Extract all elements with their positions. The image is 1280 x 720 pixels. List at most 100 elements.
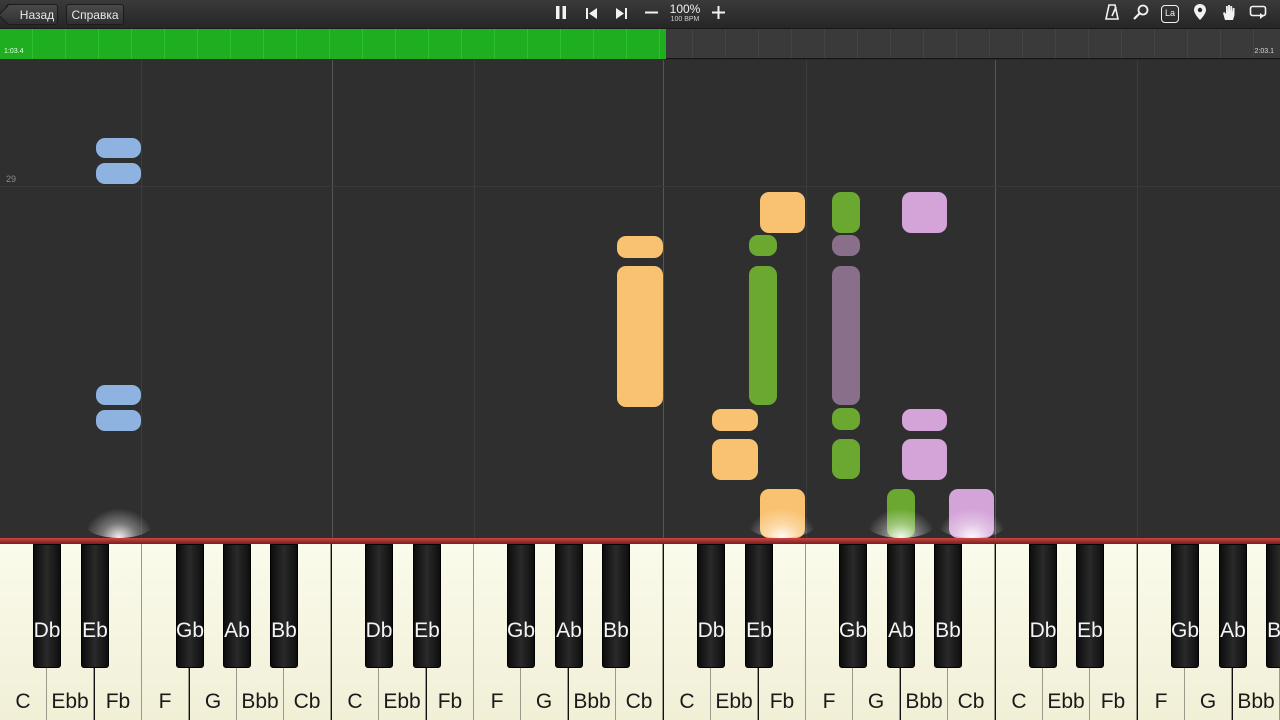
black-key[interactable]: Ab bbox=[887, 544, 915, 668]
total-time: 2:03.1 bbox=[1254, 48, 1274, 55]
key-label: F bbox=[490, 690, 504, 713]
grid-line bbox=[1137, 60, 1138, 538]
black-key[interactable]: Bb bbox=[602, 544, 630, 668]
black-key[interactable]: Eb bbox=[745, 544, 773, 668]
black-key[interactable]: Ab bbox=[555, 544, 583, 668]
progress-fill bbox=[0, 29, 666, 59]
note-bar bbox=[617, 266, 663, 407]
note-bar bbox=[902, 409, 947, 431]
key-label: Cb bbox=[625, 690, 653, 713]
black-key[interactable]: Bb bbox=[1266, 544, 1280, 668]
plus-icon[interactable] bbox=[707, 4, 729, 25]
key-label: Eb bbox=[414, 619, 440, 642]
key-label: Gb bbox=[506, 619, 535, 642]
black-key[interactable]: Db bbox=[33, 544, 61, 668]
key-label: F bbox=[1154, 690, 1168, 713]
key-label: Ab bbox=[1220, 619, 1246, 642]
key-label: Bb bbox=[935, 619, 961, 642]
black-key[interactable]: Gb bbox=[507, 544, 535, 668]
note-bar bbox=[96, 385, 141, 405]
note-roll: 29 bbox=[0, 60, 1280, 538]
key-label: Bbb bbox=[573, 690, 611, 713]
grid-line bbox=[663, 60, 664, 538]
note-bar bbox=[832, 235, 860, 256]
key-label: Fb bbox=[105, 690, 131, 713]
key-label: Eb bbox=[82, 619, 108, 642]
current-time: 1:03.4 bbox=[4, 48, 24, 55]
note-bar bbox=[712, 439, 758, 480]
key-label: Db bbox=[33, 619, 61, 642]
key-label: G bbox=[535, 690, 553, 713]
note-bar bbox=[902, 439, 947, 480]
black-key[interactable]: Bb bbox=[934, 544, 962, 668]
tempo-percent: 100% bbox=[669, 2, 701, 16]
key-label: C bbox=[15, 690, 31, 713]
help-button[interactable]: Справка bbox=[66, 4, 124, 25]
key-label: Bbb bbox=[1237, 690, 1275, 713]
magnifier-icon[interactable] bbox=[1130, 4, 1152, 25]
key-label: Fb bbox=[437, 690, 463, 713]
note-bar bbox=[749, 235, 777, 256]
skip-back-icon[interactable] bbox=[581, 4, 603, 25]
key-label: Bb bbox=[603, 619, 629, 642]
piano-keyboard: C Ebb Fb F G Bbb Cb C Ebb Fb F G Bbb Cb C Ebb Fb F G Bbb Cb C… bbox=[0, 538, 1280, 720]
black-key[interactable]: Gb bbox=[1171, 544, 1199, 668]
back-button[interactable]: Назад bbox=[6, 4, 58, 25]
key-label: G bbox=[1199, 690, 1217, 713]
key-label: Ebb bbox=[383, 690, 421, 713]
key-label: Ab bbox=[556, 619, 582, 642]
grid-line bbox=[995, 60, 996, 538]
black-key[interactable]: Ab bbox=[223, 544, 251, 668]
key-label: Ebb bbox=[51, 690, 89, 713]
note-bar bbox=[712, 409, 758, 431]
key-label: Gb bbox=[175, 619, 204, 642]
tempo-readout[interactable]: 100% 100 BPM bbox=[666, 3, 704, 24]
note-bar bbox=[832, 192, 860, 233]
toolbar: Назад Справка 100% 100 BPM La bbox=[0, 0, 1280, 29]
note-bar bbox=[96, 410, 141, 431]
key-label: Cb bbox=[293, 690, 321, 713]
location-pin-icon[interactable] bbox=[1189, 4, 1211, 25]
note-bar bbox=[902, 192, 947, 233]
note-hit-glow bbox=[747, 508, 817, 538]
black-key[interactable]: Bb bbox=[270, 544, 298, 668]
grid-line bbox=[141, 60, 142, 538]
grid-line bbox=[332, 60, 333, 538]
black-key[interactable]: Ab bbox=[1219, 544, 1247, 668]
black-key[interactable]: Db bbox=[1029, 544, 1057, 668]
key-label: Db bbox=[1029, 619, 1057, 642]
black-key[interactable]: Gb bbox=[176, 544, 204, 668]
key-label: G bbox=[867, 690, 885, 713]
key-label: Db bbox=[365, 619, 393, 642]
loop-icon[interactable] bbox=[1247, 4, 1269, 25]
key-label: Gb bbox=[1170, 619, 1199, 642]
hand-icon[interactable] bbox=[1218, 4, 1240, 25]
la-label-icon[interactable]: La bbox=[1159, 4, 1181, 25]
note-hit-glow bbox=[866, 508, 936, 538]
black-key[interactable]: Db bbox=[365, 544, 393, 668]
note-hit-glow bbox=[84, 508, 154, 538]
key-label: Bb bbox=[1267, 619, 1280, 642]
key-label: C bbox=[1011, 690, 1027, 713]
grid-line bbox=[806, 60, 807, 538]
pause-icon[interactable] bbox=[550, 4, 572, 25]
song-progress-bar[interactable]: 1:03.4 2:03.1 bbox=[0, 29, 1280, 59]
skip-forward-icon[interactable] bbox=[610, 4, 632, 25]
key-label: Ab bbox=[224, 619, 250, 642]
minus-icon[interactable] bbox=[640, 4, 662, 25]
metronome-icon[interactable] bbox=[1101, 4, 1123, 25]
key-label: G bbox=[204, 690, 222, 713]
note-bar bbox=[96, 138, 141, 158]
note-bar bbox=[617, 236, 663, 258]
black-key[interactable]: Gb bbox=[839, 544, 867, 668]
black-key[interactable]: Eb bbox=[1076, 544, 1104, 668]
black-key[interactable]: Db bbox=[697, 544, 725, 668]
measure-number: 29 bbox=[6, 174, 17, 184]
measure-line bbox=[0, 186, 1280, 187]
black-key[interactable]: Eb bbox=[413, 544, 441, 668]
la-label: La bbox=[1161, 5, 1179, 23]
note-bar bbox=[760, 192, 805, 233]
key-label: F bbox=[158, 690, 172, 713]
black-key[interactable]: Eb bbox=[81, 544, 109, 668]
key-label: Eb bbox=[1077, 619, 1103, 642]
